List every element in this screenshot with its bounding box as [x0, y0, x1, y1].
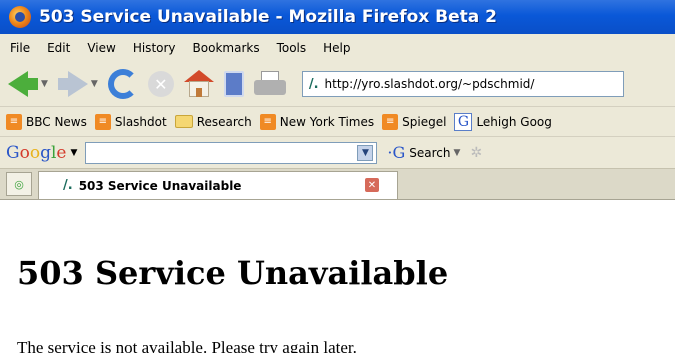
menu-view[interactable]: View: [87, 41, 115, 55]
reload-button[interactable]: [107, 68, 138, 100]
page-content: 503 Service Unavailable The service is n…: [0, 200, 675, 353]
rss-icon: ≡: [94, 113, 111, 130]
home-button[interactable]: [183, 68, 214, 100]
title-bar: 503 Service Unavailable - Mozilla Firefo…: [0, 0, 675, 34]
firefox-logo-icon: [9, 6, 31, 28]
tab-label: 503 Service Unavailable: [78, 178, 242, 193]
bookmark-icon: [223, 71, 244, 97]
rss-icon: ≡: [6, 113, 22, 130]
slashdot-site-icon: /.: [308, 76, 319, 92]
forward-arrow-icon: [67, 71, 88, 97]
menu-help[interactable]: Help: [323, 41, 350, 55]
menu-tools[interactable]: Tools: [277, 41, 307, 55]
menu-file[interactable]: File: [10, 41, 30, 55]
back-button[interactable]: ▼: [8, 68, 48, 100]
slashdot-site-icon: /.: [63, 178, 73, 193]
print-button[interactable]: [253, 68, 286, 100]
window-title: 503 Service Unavailable - Mozilla Firefo…: [39, 7, 497, 27]
google-logo[interactable]: Google: [6, 143, 66, 163]
bookmarks-toolbar: ≡ BBC News ≡ Slashdot Research ≡ New Yor…: [0, 106, 675, 136]
google-menu-dropdown-icon[interactable]: ▼: [70, 148, 77, 158]
bookmark-slashdot[interactable]: ≡ Slashdot: [94, 113, 167, 130]
forward-dropdown-icon[interactable]: ▼: [91, 79, 98, 89]
back-arrow-icon: [8, 71, 28, 97]
folder-icon: [174, 115, 193, 128]
google-search-button[interactable]: ·G Search ▼: [387, 143, 460, 162]
navigation-toolbar: ▼ ▼ ✕ /. http://yro.slashdot.org/~pdschm…: [0, 62, 675, 106]
bookmark-lehigh-google[interactable]: G Lehigh Goog: [454, 112, 552, 131]
stop-icon: ✕: [147, 71, 174, 97]
menu-edit[interactable]: Edit: [47, 41, 70, 55]
google-icon: G: [454, 112, 473, 131]
close-tab-icon[interactable]: ✕: [365, 178, 379, 192]
google-toolbar: Google ▼ ▼ ·G Search ▼ ✲: [0, 136, 675, 168]
settings-icon[interactable]: ✲: [470, 145, 482, 161]
forward-button[interactable]: ▼: [57, 68, 98, 100]
google-g-icon: ·G: [387, 143, 406, 162]
bookmark-spiegel[interactable]: ≡ Spiegel: [382, 113, 446, 130]
tab-503-service-unavailable[interactable]: /. 503 Service Unavailable ✕: [38, 171, 398, 199]
rss-icon: ≡: [259, 113, 276, 130]
back-dropdown-icon[interactable]: ▼: [41, 79, 48, 89]
tab-bar: ◎ /. 503 Service Unavailable ✕: [0, 168, 675, 200]
google-search-menu-icon: ▼: [453, 147, 461, 158]
error-message: The service is not available. Please try…: [17, 338, 357, 353]
url-text: http://yro.slashdot.org/~pdschmid/: [324, 77, 535, 91]
url-bar[interactable]: /. http://yro.slashdot.org/~pdschmid/: [301, 71, 624, 97]
new-tab-icon[interactable]: ◎: [6, 172, 32, 196]
printer-icon: [253, 71, 286, 97]
bookmark-new-york-times[interactable]: ≡ New York Times: [259, 113, 374, 130]
stop-button[interactable]: ✕: [147, 68, 174, 100]
page-heading: 503 Service Unavailable: [17, 254, 449, 292]
bookmark-research[interactable]: Research: [174, 115, 252, 129]
home-icon: [183, 70, 214, 98]
bookmark-bbc-news[interactable]: ≡ BBC News: [6, 113, 87, 130]
google-search-input[interactable]: [85, 141, 378, 164]
reload-icon: [107, 69, 138, 99]
menu-bookmarks[interactable]: Bookmarks: [193, 41, 260, 55]
google-search-dropdown-icon[interactable]: ▼: [357, 144, 374, 161]
menu-bar: File Edit View History Bookmarks Tools H…: [0, 34, 675, 62]
bookmarks-sidebar-button[interactable]: [223, 68, 244, 100]
menu-history[interactable]: History: [133, 41, 176, 55]
rss-icon: ≡: [382, 113, 399, 130]
